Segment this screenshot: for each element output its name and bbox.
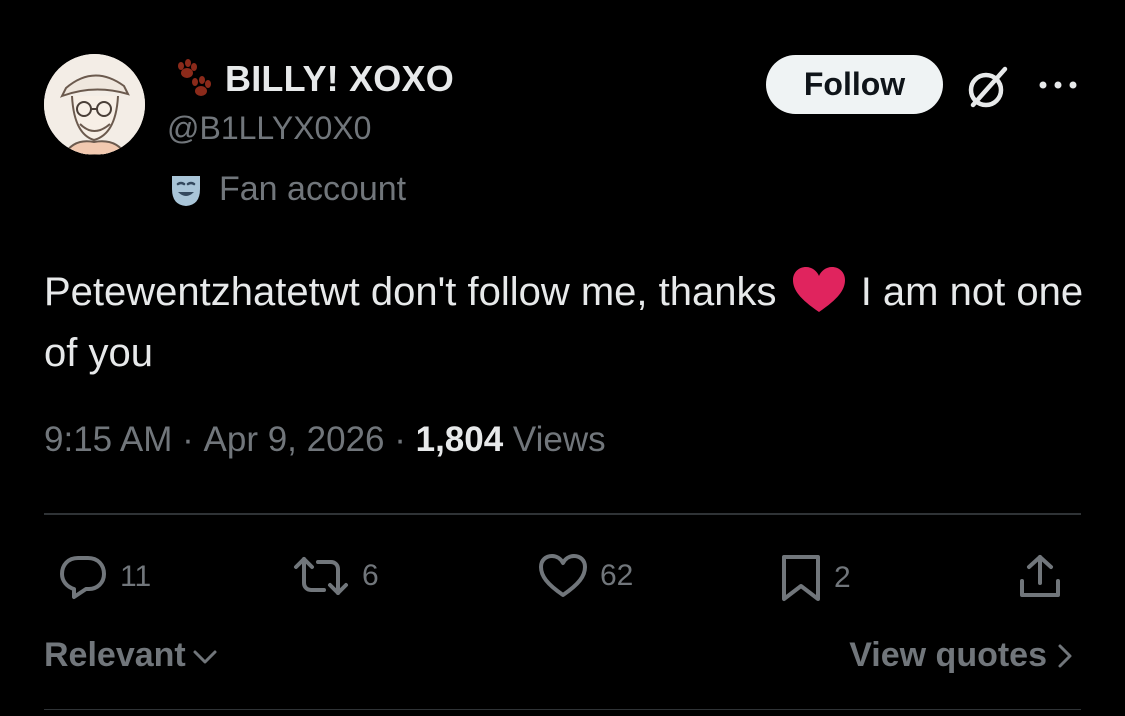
repost-button[interactable]: 6 xyxy=(292,553,379,599)
share-button[interactable] xyxy=(1016,553,1064,601)
tweet-text-part-1: Petewentzhatetwt don't follow me, thanks xyxy=(44,270,788,314)
tweet-date[interactable]: Apr 9, 2026 xyxy=(204,420,385,460)
follow-button[interactable]: Follow xyxy=(766,55,943,114)
account-label-text: Fan account xyxy=(219,170,407,208)
meta-separator: · xyxy=(384,420,416,459)
author-handle[interactable]: @B1LLYX0X0 xyxy=(167,110,371,147)
tweet-meta: 9:15 AM · Apr 9, 2026 · 1,804 Views xyxy=(44,420,606,460)
bookmark-icon xyxy=(782,555,820,601)
view-quotes-link[interactable]: View quotes xyxy=(849,636,1073,675)
views-count: 1,804 xyxy=(415,420,504,459)
chevron-right-icon xyxy=(1058,644,1072,667)
bookmark-button[interactable]: 2 xyxy=(780,553,851,603)
tweet-time[interactable]: 9:15 AM xyxy=(44,420,172,460)
view-quotes-label: View quotes xyxy=(849,636,1047,674)
grok-icon[interactable] xyxy=(963,63,1013,113)
meta-separator: · xyxy=(172,420,204,459)
tweet-text: Petewentzhatetwt don't follow me, thanks… xyxy=(44,262,1084,384)
repost-count: 6 xyxy=(362,559,379,592)
theater-mask-icon xyxy=(172,175,200,206)
reply-button[interactable]: 11 xyxy=(58,553,151,601)
author-display-name[interactable]: BILLY! XOXO xyxy=(225,58,454,100)
like-count: 62 xyxy=(600,559,634,592)
sort-label: Relevant xyxy=(44,636,186,674)
sort-replies-dropdown[interactable]: Relevant xyxy=(44,636,218,675)
avatar[interactable] xyxy=(44,54,145,155)
divider xyxy=(44,513,1081,515)
reply-count: 11 xyxy=(120,560,152,593)
paw-prints-icon xyxy=(178,59,211,96)
reply-icon xyxy=(60,556,106,599)
red-heart-icon xyxy=(792,267,845,312)
heart-icon xyxy=(539,554,587,597)
account-label: Fan account xyxy=(167,170,406,209)
more-icon[interactable] xyxy=(1038,76,1078,94)
bookmark-count: 2 xyxy=(834,561,851,594)
author-name-row[interactable]: BILLY! XOXO xyxy=(167,56,454,102)
like-button[interactable]: 62 xyxy=(538,553,633,599)
views-label: Views xyxy=(503,420,606,459)
chevron-down-icon xyxy=(193,650,217,663)
bottom-divider xyxy=(44,709,1081,710)
repost-icon xyxy=(294,557,348,595)
share-icon xyxy=(1020,555,1060,597)
